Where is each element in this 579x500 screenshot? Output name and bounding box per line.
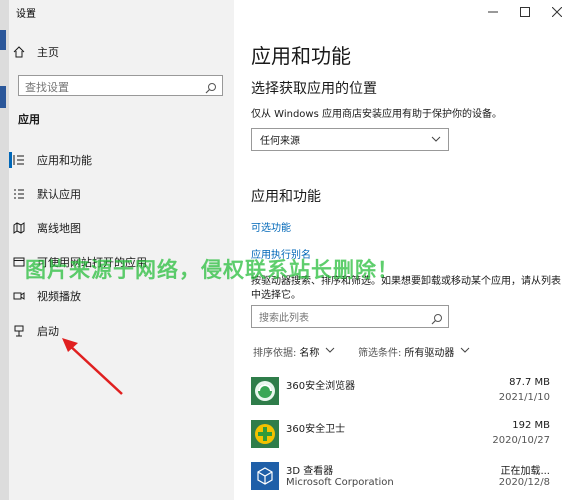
sort-by-dropdown[interactable]: 排序依据: 名称 <box>253 344 335 359</box>
chevron-down-icon <box>325 346 335 357</box>
sidebar-item-label: 默认应用 <box>37 188 81 201</box>
app-list-search-input[interactable] <box>252 308 424 329</box>
sort-label: 排序依据: <box>253 348 297 359</box>
video-icon <box>9 290 29 302</box>
sidebar-item-default-apps[interactable]: 默认应用 <box>9 183 234 205</box>
home-icon <box>9 46 29 58</box>
360-browser-icon <box>251 377 279 405</box>
app-name: 3D 查看器 <box>286 466 334 477</box>
watermark-text: 图片来源于网络，侵权联系站长删除！ <box>25 258 399 282</box>
sidebar-home-label: 主页 <box>37 46 59 59</box>
default-apps-icon <box>9 188 29 200</box>
app-install-date: 2020/10/27 <box>492 435 550 446</box>
app-source-dropdown[interactable]: 任何来源 <box>251 128 449 151</box>
app-source-value: 任何来源 <box>260 136 300 147</box>
filter-label: 筛选条件: <box>358 348 402 359</box>
location-heading: 选择获取应用的位置 <box>251 81 377 97</box>
sidebar-item-video-playback[interactable]: 视频播放 <box>9 285 234 307</box>
startup-icon <box>9 325 29 337</box>
search-icon[interactable] <box>431 310 443 329</box>
app-list-item[interactable]: 3D 查看器 Microsoft Corporation 正在加载... 202… <box>251 462 567 498</box>
sidebar-item-label: 离线地图 <box>37 222 81 235</box>
chevron-down-icon <box>431 135 441 146</box>
sidebar-item-label: 应用和功能 <box>37 154 92 167</box>
app-list-item[interactable]: 360安全浏览器 87.7 MB 2021/1/10 <box>251 377 567 413</box>
chevron-down-icon <box>460 346 470 357</box>
optional-features-link[interactable]: 可选功能 <box>251 219 291 234</box>
filter-value: 所有驱动器 <box>404 348 455 359</box>
app-install-date: 2021/1/10 <box>498 392 550 403</box>
app-list-search-box[interactable] <box>251 305 449 329</box>
app-list-item[interactable]: 360安全卫士 192 MB 2020/10/27 <box>251 420 567 456</box>
app-name: 360安全浏览器 <box>286 381 356 392</box>
location-description: 仅从 Windows 应用商店安装应用有助于保护你的设备。 <box>251 109 502 120</box>
app-size: 正在加载... <box>500 466 550 477</box>
sidebar-section-title: 应用 <box>18 113 40 126</box>
filter-by-dropdown[interactable]: 筛选条件: 所有驱动器 <box>358 344 470 359</box>
sidebar-item-offline-maps[interactable]: 离线地图 <box>9 217 234 239</box>
app-name: 360安全卫士 <box>286 424 346 435</box>
app-publisher: Microsoft Corporation <box>286 477 394 488</box>
sidebar-item-label: 视频播放 <box>37 290 81 303</box>
features-heading: 应用和功能 <box>251 189 321 205</box>
background-window-edge <box>0 0 9 500</box>
3d-viewer-icon <box>251 462 279 490</box>
app-size: 192 MB <box>512 420 550 431</box>
page-title: 应用和功能 <box>251 44 351 68</box>
app-install-date: 2020/12/8 <box>498 477 550 488</box>
apps-list-icon <box>9 154 29 166</box>
main-content: 应用和功能 选择获取应用的位置 仅从 Windows 应用商店安装应用有助于保护… <box>234 0 579 500</box>
red-arrow-annotation <box>62 338 123 395</box>
app-size: 87.7 MB <box>509 377 550 388</box>
window-title: 设置 <box>16 9 36 20</box>
sidebar-item-apps-features[interactable]: 应用和功能 <box>9 149 234 171</box>
settings-search-input[interactable] <box>19 78 195 97</box>
map-icon <box>9 222 29 234</box>
settings-search-box[interactable] <box>18 75 223 98</box>
search-icon[interactable] <box>205 79 217 98</box>
sidebar-item-home[interactable]: 主页 <box>9 42 59 62</box>
360-security-icon <box>251 420 279 448</box>
settings-window: 设置 主页 应用 应用和功能 默认应用 离线地图 <box>0 0 579 500</box>
sort-value: 名称 <box>299 348 320 359</box>
